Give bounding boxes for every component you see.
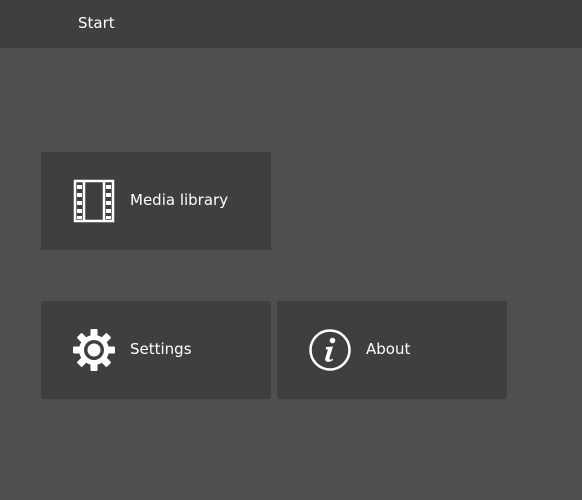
settings-tile[interactable]: Settings — [41, 301, 271, 399]
gear-icon — [73, 329, 115, 371]
page-title: Start — [78, 14, 115, 32]
media-library-label: Media library — [130, 191, 229, 209]
media-library-tile[interactable]: Media library — [41, 152, 271, 250]
film-strip-icon — [73, 179, 115, 223]
about-tile[interactable]: About — [277, 301, 507, 399]
info-icon — [309, 329, 351, 371]
settings-label: Settings — [130, 340, 192, 358]
about-label: About — [366, 340, 411, 358]
top-bar: Start — [0, 0, 582, 48]
